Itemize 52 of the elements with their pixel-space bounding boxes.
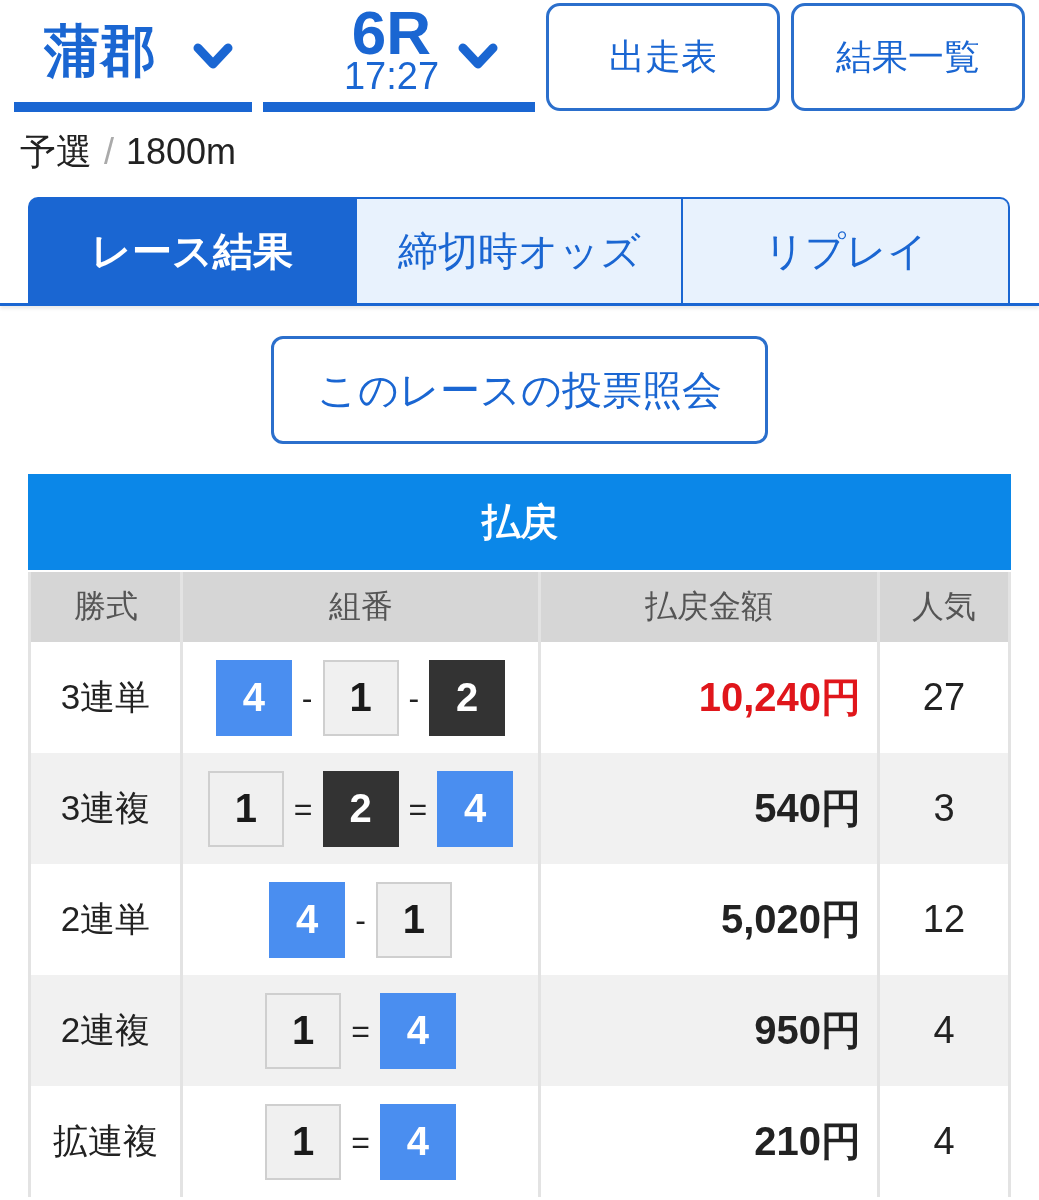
bet-type-cell: 2連複: [31, 975, 180, 1086]
payout-amount-cell: 950円: [541, 975, 877, 1086]
popularity-cell: 4: [880, 1086, 1008, 1197]
column-header: 払戻金額: [541, 572, 877, 642]
boat-number-tile: 1: [265, 992, 342, 1069]
boat-number-tile: 4: [379, 992, 456, 1069]
bet-type-cell: 3連複: [31, 753, 180, 864]
boat-number-tile: 1: [207, 770, 284, 847]
popularity-cell: 12: [880, 864, 1008, 975]
column-header: 組番: [183, 572, 538, 642]
payout-header: 払戻: [28, 474, 1011, 570]
popularity-cell: 27: [880, 642, 1008, 753]
race-distance: 1800m: [126, 134, 237, 170]
column-header: 人気: [880, 572, 1008, 642]
info-separator: /: [104, 134, 114, 170]
race-class: 予選: [20, 134, 92, 170]
boat-number-tile: 1: [265, 1103, 342, 1180]
payout-amount-cell: 540円: [541, 753, 877, 864]
tab[interactable]: レース結果: [28, 197, 357, 303]
race-selector[interactable]: 6R 17:27: [263, 0, 535, 112]
combination-separator: -: [408, 681, 420, 714]
combination-separator: -: [355, 903, 366, 936]
bet-type-cell: 拡連複: [31, 1086, 180, 1197]
boat-number-tile: 2: [429, 659, 506, 736]
tab[interactable]: 締切時オッズ: [356, 197, 684, 303]
column-header: 勝式: [31, 572, 180, 642]
boat-number-tile: 1: [322, 659, 399, 736]
combination-separator: =: [408, 792, 428, 825]
nav-button[interactable]: 結果一覧: [791, 3, 1025, 111]
boat-number-tile: 4: [437, 770, 514, 847]
bet-type-cell: 2連単: [31, 864, 180, 975]
combination-separator: -: [301, 681, 313, 714]
chevron-down-icon: [192, 42, 233, 70]
payout-amount-cell: 210円: [541, 1086, 877, 1197]
vote-inquiry-button[interactable]: このレースの投票照会: [271, 336, 768, 444]
tab[interactable]: リプレイ: [683, 197, 1010, 303]
combination-separator: =: [351, 1014, 370, 1047]
boat-number-tile: 4: [269, 881, 346, 958]
chevron-down-icon: [458, 42, 499, 70]
boat-number-tile: 4: [215, 659, 292, 736]
boat-number-tile: 1: [375, 881, 452, 958]
nav-button[interactable]: 出走表: [546, 3, 780, 111]
popularity-cell: 3: [880, 753, 1008, 864]
boat-number-tile: 4: [379, 1103, 456, 1180]
combination-separator: =: [351, 1125, 370, 1158]
combination-separator: =: [293, 792, 313, 825]
popularity-cell: 4: [880, 975, 1008, 1086]
bet-type-cell: 3連単: [31, 642, 180, 753]
payout-amount-cell: 5,020円: [541, 864, 877, 975]
payout-amount-cell: 10,240円: [541, 642, 877, 753]
boat-number-tile: 2: [322, 770, 399, 847]
venue-selector[interactable]: 蒲郡: [14, 0, 252, 112]
